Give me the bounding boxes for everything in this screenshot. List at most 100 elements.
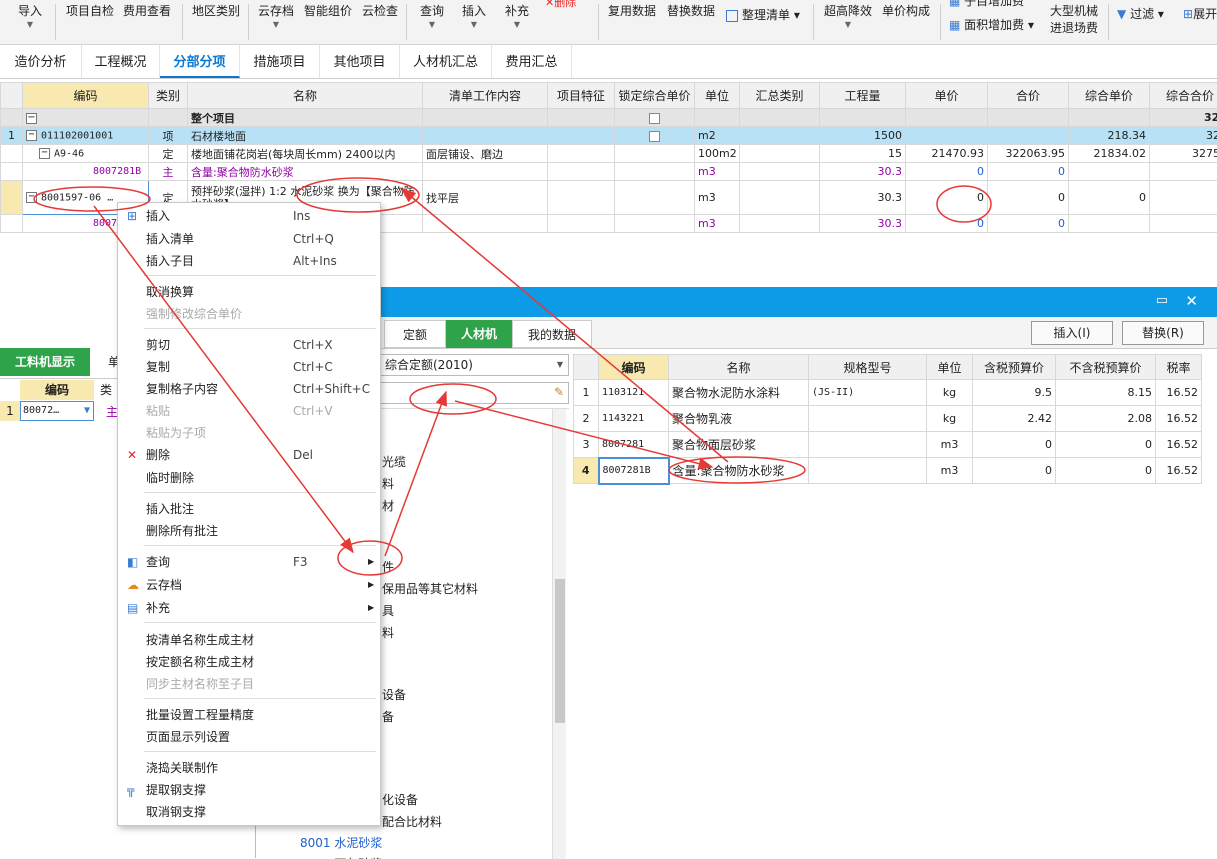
table-row[interactable]: −A9-46 定 楼地面铺花岗岩(每块周长mm) 2400以内 面层铺设、磨边 … xyxy=(1,145,1217,163)
menu-item-column-settings[interactable]: 页面显示列设置 xyxy=(118,726,380,748)
col-header-unit[interactable]: 单位 xyxy=(695,83,740,109)
col-header-category[interactable]: 汇总类别 xyxy=(740,83,820,109)
menu-item-gen-main-by-quota[interactable]: 按定额名称生成主材 xyxy=(118,651,380,673)
menu-item-temp-delete[interactable]: 临时删除 xyxy=(118,467,380,489)
menu-item-cancel-conversion[interactable]: 取消换算 xyxy=(118,281,380,303)
tree-item[interactable]: 料 xyxy=(382,475,394,492)
unit-price-structure-button[interactable]: 单价构成 xyxy=(882,2,930,19)
mat-col-unit[interactable]: 单位 xyxy=(927,355,973,380)
import-button[interactable]: 导入▼ xyxy=(18,2,42,19)
area-increase-button[interactable]: ▦ 面积增加费 ▾ xyxy=(949,16,1034,33)
table-row[interactable]: 8007281B 主 含量:聚合物防水砂浆 m3 30.3 0 0 xyxy=(1,163,1217,181)
reuse-data-button[interactable]: 复用数据 xyxy=(608,2,656,19)
menu-item-pour-link[interactable]: 浇捣关联制作 xyxy=(118,757,380,779)
tree-item[interactable]: 8002 石灰砂浆 xyxy=(300,855,382,859)
mat-col-tax-price[interactable]: 含税预算价 xyxy=(973,355,1056,380)
tree-item[interactable]: 备 xyxy=(382,708,394,725)
mat-col-rate[interactable]: 税率 xyxy=(1156,355,1202,380)
tree-item[interactable]: 化设备 xyxy=(382,791,418,808)
col-header-feature[interactable]: 项目特征 xyxy=(548,83,615,109)
lower-col-header-type[interactable]: 类 xyxy=(100,380,112,400)
tab-project-overview[interactable]: 工程概况 xyxy=(82,45,160,78)
collapse-icon[interactable]: − xyxy=(26,192,37,203)
organize-list-button[interactable]: 整理清单 ▾ xyxy=(726,6,800,23)
collapse-icon[interactable]: − xyxy=(26,130,37,141)
tree-item[interactable]: 设备 xyxy=(382,686,406,703)
tree-item[interactable]: 光缆 xyxy=(382,453,406,470)
tree-item[interactable]: 具 xyxy=(382,602,394,619)
menu-item-cut[interactable]: 剪切Ctrl+X xyxy=(118,334,380,356)
lower-code-select[interactable]: 80072…▼ xyxy=(20,401,94,421)
tab-labor-material-display[interactable]: 工料机显示 xyxy=(0,348,90,376)
smart-pricing-button[interactable]: 智能组价 xyxy=(304,2,352,19)
tree-item[interactable]: 材 xyxy=(382,497,394,514)
col-header-price[interactable]: 单价 xyxy=(906,83,988,109)
col-header-qty[interactable]: 工程量 xyxy=(820,83,906,109)
tree-scrollbar[interactable] xyxy=(552,409,566,859)
dialog-insert-button[interactable]: 插入(I) xyxy=(1031,321,1113,345)
tree-item[interactable]: 8001 水泥砂浆 xyxy=(300,834,382,851)
close-icon[interactable]: ✕ xyxy=(1185,292,1198,310)
table-row[interactable]: 48007281B含量:聚合物防水砂浆m30016.52 xyxy=(574,458,1202,484)
col-header-code[interactable]: 编码 xyxy=(23,83,149,109)
tab-fee-summary[interactable]: 费用汇总 xyxy=(492,45,572,78)
menu-item-delete[interactable]: ✕删除Del xyxy=(118,444,380,466)
menu-item-gen-main-by-list[interactable]: 按清单名称生成主材 xyxy=(118,629,380,651)
tab-other-items[interactable]: 其他项目 xyxy=(320,45,400,78)
dropdown-arrow-icon[interactable]: ▼ xyxy=(84,402,90,420)
dialog-tab-labor-material[interactable]: 人材机 xyxy=(446,320,512,348)
lock-checkbox[interactable] xyxy=(649,113,660,124)
scrollbar-thumb[interactable] xyxy=(555,579,565,723)
delete-button[interactable]: ✕删除 xyxy=(545,0,576,10)
lock-checkbox[interactable] xyxy=(649,131,660,142)
menu-item-insert[interactable]: ⊞插入Ins xyxy=(118,205,380,227)
menu-item-insert-note[interactable]: 插入批注 xyxy=(118,498,380,520)
dialog-replace-button[interactable]: 替换(R) xyxy=(1122,321,1204,345)
collapse-icon[interactable]: − xyxy=(39,148,50,159)
menu-item-cancel-steel[interactable]: 取消钢支撑 xyxy=(118,801,380,823)
table-row[interactable]: 21143221聚合物乳液kg2.422.0816.52 xyxy=(574,406,1202,432)
mat-col-code[interactable]: 编码 xyxy=(599,355,669,380)
brush-clear-icon[interactable]: ✎ xyxy=(554,385,564,399)
sub-increase-button[interactable]: ▦ 子目增加费 xyxy=(949,0,1024,9)
insert-button[interactable]: 插入▼ xyxy=(462,2,486,19)
mat-col-notax-price[interactable]: 不含税预算价 xyxy=(1056,355,1156,380)
table-row[interactable]: 38007281聚合物面层砂浆m30016.52 xyxy=(574,432,1202,458)
replace-data-button[interactable]: 替换数据 xyxy=(667,2,715,19)
cloud-save-button[interactable]: 云存档▼ xyxy=(258,2,294,19)
project-check-button[interactable]: 项目自检 xyxy=(66,2,114,19)
large-machinery-button[interactable]: 大型机械进退场费 xyxy=(1050,2,1098,36)
super-high-button[interactable]: 超高降效▼ xyxy=(824,2,872,19)
col-header-name[interactable]: 名称 xyxy=(188,83,423,109)
tree-item[interactable]: 保用品等其它材料 xyxy=(382,580,478,597)
menu-item-delete-all-notes[interactable]: 删除所有批注 xyxy=(118,520,380,542)
menu-item-batch-precision[interactable]: 批量设置工程量精度 xyxy=(118,704,380,726)
mat-col-spec[interactable]: 规格型号 xyxy=(809,355,927,380)
filter-button[interactable]: ▼ 过滤 ▾ xyxy=(1117,5,1164,22)
maximize-icon[interactable]: ▭ xyxy=(1156,293,1168,308)
dialog-tab-my-data[interactable]: 我的数据 xyxy=(512,320,592,348)
quota-library-select[interactable]: 综合定额(2010)▼ xyxy=(380,354,569,376)
col-header-total[interactable]: 合价 xyxy=(988,83,1069,109)
table-row[interactable]: 1 −011102001001 项 石材楼地面 m2 1500 218.34 3… xyxy=(1,127,1217,145)
collapse-icon[interactable]: − xyxy=(26,113,37,124)
mat-col-name[interactable]: 名称 xyxy=(669,355,809,380)
material-search-input[interactable]: ✎ xyxy=(380,382,569,404)
expand-button[interactable]: ⊞展开 xyxy=(1183,5,1217,22)
table-row[interactable]: 11103121聚合物水泥防水涂料(JS-II)kg9.58.1516.52 xyxy=(574,380,1202,406)
menu-item-copy-cell[interactable]: 复制格子内容Ctrl+Shift+C xyxy=(118,378,380,400)
tab-measures[interactable]: 措施项目 xyxy=(240,45,320,78)
menu-item-insert-list[interactable]: 插入清单Ctrl+Q xyxy=(118,228,380,250)
menu-item-insert-sub[interactable]: 插入子目Alt+Ins xyxy=(118,250,380,272)
col-header-lock-price[interactable]: 锁定综合单价 xyxy=(615,83,695,109)
col-header-type[interactable]: 类别 xyxy=(149,83,188,109)
fee-view-button[interactable]: 费用查看 xyxy=(123,2,171,19)
query-button[interactable]: 查询▼ xyxy=(420,2,444,19)
dialog-tab-quota[interactable]: 定额 xyxy=(384,320,446,348)
menu-item-copy[interactable]: 复制Ctrl+C xyxy=(118,356,380,378)
tree-item[interactable]: 料 xyxy=(382,624,394,641)
tab-cost-analysis[interactable]: 造价分析 xyxy=(0,45,82,78)
cloud-check-button[interactable]: 云检查 xyxy=(362,2,398,19)
menu-item-cloud-save[interactable]: ☁云存档▶ xyxy=(118,574,380,596)
tree-item[interactable]: 件 xyxy=(382,558,394,575)
